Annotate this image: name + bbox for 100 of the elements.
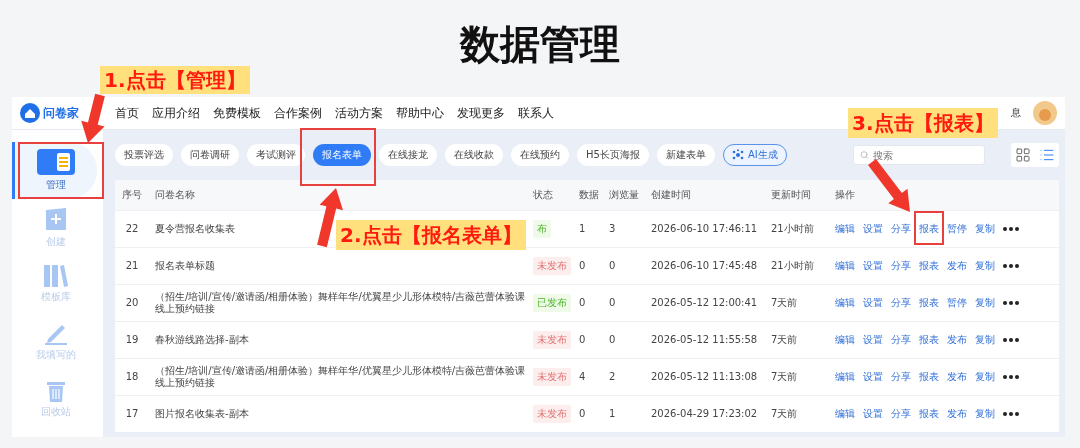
- action-link[interactable]: 编辑: [835, 259, 855, 273]
- nav-link[interactable]: 合作案例: [274, 104, 322, 122]
- action-link[interactable]: 设置: [863, 407, 883, 421]
- more-icon[interactable]: [1003, 375, 1019, 379]
- nav-link[interactable]: 应用介绍: [152, 104, 200, 122]
- action-link[interactable]: 设置: [863, 333, 883, 347]
- table-cell: 2026-05-12 11:55:58: [651, 334, 758, 346]
- action-link[interactable]: 复制: [975, 259, 995, 273]
- action-link[interactable]: 分享: [891, 296, 911, 310]
- nav-link[interactable]: 活动方案: [335, 104, 383, 122]
- category-chip[interactable]: 在线预约: [511, 144, 569, 166]
- action-link[interactable]: 复制: [975, 370, 995, 384]
- action-link[interactable]: 分享: [891, 407, 911, 421]
- table-cell: 图片报名收集表-副本: [155, 408, 249, 420]
- sidebar-label: 管理: [46, 178, 66, 192]
- action-link[interactable]: 暂停: [947, 222, 967, 236]
- action-link[interactable]: 分享: [891, 333, 911, 347]
- action-link[interactable]: 报表: [919, 259, 939, 273]
- action-link[interactable]: 编辑: [835, 333, 855, 347]
- nav-link[interactable]: 免费模板: [213, 104, 261, 122]
- annotation-arrow: [317, 188, 343, 248]
- table-cell: 21: [125, 260, 139, 272]
- status-tag: 布: [533, 220, 551, 238]
- action-link[interactable]: 设置: [863, 296, 883, 310]
- books-icon: [44, 265, 68, 287]
- table-cell: 2: [609, 371, 616, 383]
- table-cell: 0: [579, 334, 586, 346]
- nav-link[interactable]: 发现更多: [457, 104, 505, 122]
- category-chip[interactable]: 投票评选: [115, 144, 173, 166]
- table-cell: 2026-05-12 12:00:41: [651, 297, 758, 309]
- panel-icon: [37, 149, 75, 175]
- nav-link[interactable]: 联系人: [518, 104, 554, 122]
- table-cell: 2026-06-10 17:45:48: [651, 260, 758, 272]
- more-icon[interactable]: [1003, 264, 1019, 268]
- action-link[interactable]: 编辑: [835, 296, 855, 310]
- action-link[interactable]: 编辑: [835, 370, 855, 384]
- action-link[interactable]: 发布: [947, 333, 967, 347]
- category-chip[interactable]: 考试测评: [247, 144, 305, 166]
- action-link[interactable]: 复制: [975, 296, 995, 310]
- action-link[interactable]: 报表: [919, 333, 939, 347]
- action-link[interactable]: 报表: [919, 407, 939, 421]
- category-chip[interactable]: 问卷调研: [181, 144, 239, 166]
- more-icon[interactable]: [1003, 301, 1019, 305]
- category-chip[interactable]: 报名表单: [313, 144, 371, 166]
- action-link[interactable]: 复制: [975, 407, 995, 421]
- category-chip[interactable]: H5长页海报: [577, 144, 649, 166]
- action-link[interactable]: 分享: [891, 370, 911, 384]
- status-tag: 未发布: [533, 368, 571, 386]
- action-link[interactable]: 复制: [975, 333, 995, 347]
- action-link[interactable]: 设置: [863, 259, 883, 273]
- search-field[interactable]: 搜索: [853, 145, 985, 165]
- nav-link[interactable]: 首页: [115, 104, 139, 122]
- more-icon[interactable]: [1003, 227, 1019, 231]
- plus-icon: [44, 206, 68, 232]
- table-cell: （招生/培训/宣传/邀请函/相册体验）舞样年华/优翼星少儿形体模特/吉薇芭蕾体验课线上预约链接: [155, 365, 527, 389]
- table-cell: 2026-05-12 11:13:08: [651, 371, 758, 383]
- table-cell: 0: [579, 260, 586, 272]
- category-chip[interactable]: 在线接龙: [379, 144, 437, 166]
- table-cell: 20: [125, 297, 139, 309]
- table-cell: 0: [579, 297, 586, 309]
- action-link[interactable]: 发布: [947, 407, 967, 421]
- action-link[interactable]: 报表: [919, 296, 939, 310]
- action-link[interactable]: 报表: [919, 222, 939, 236]
- status-tag: 未发布: [533, 331, 571, 349]
- column-header: 浏览量: [609, 189, 639, 201]
- action-link[interactable]: 暂停: [947, 296, 967, 310]
- search-input[interactable]: 搜索: [872, 149, 978, 161]
- action-link[interactable]: 编辑: [835, 407, 855, 421]
- highlight-frame: [914, 211, 944, 245]
- list-view-button[interactable]: [1039, 147, 1055, 163]
- column-header: 数据: [579, 189, 599, 201]
- action-link[interactable]: 发布: [947, 259, 967, 273]
- action-link[interactable]: 编辑: [835, 222, 855, 236]
- grid-view-button[interactable]: [1015, 147, 1031, 163]
- action-link[interactable]: 设置: [863, 370, 883, 384]
- action-link[interactable]: 复制: [975, 222, 995, 236]
- sidebar-item[interactable]: 管理: [12, 142, 97, 199]
- table-cell: （招生/培训/宣传/邀请函/相册体验）舞样年华/优翼星少儿形体模特/吉薇芭蕾体验课线上预约链接: [155, 291, 527, 315]
- action-link[interactable]: 分享: [891, 259, 911, 273]
- table-cell: 17: [125, 408, 139, 420]
- sidebar-label: 模板库: [41, 290, 71, 304]
- more-icon[interactable]: [1003, 338, 1019, 342]
- category-chip[interactable]: 新建表单: [656, 144, 715, 166]
- messages-link[interactable]: 息: [1011, 106, 1021, 120]
- table-cell: 4: [579, 371, 586, 383]
- nav-link[interactable]: 帮助中心: [396, 104, 444, 122]
- action-link[interactable]: 分享: [891, 222, 911, 236]
- more-icon[interactable]: [1003, 412, 1019, 416]
- action-link[interactable]: 发布: [947, 370, 967, 384]
- category-chip[interactable]: 在线收款: [445, 144, 503, 166]
- table-cell: 0: [609, 260, 616, 272]
- action-link[interactable]: 报表: [919, 370, 939, 384]
- category-chip[interactable]: AI生成: [722, 144, 787, 166]
- table-cell: 0: [609, 297, 616, 309]
- table-cell: 春秋游线路选择-副本: [155, 334, 249, 346]
- column-header: 更新时间: [771, 189, 811, 201]
- table-cell: 夏令营报名收集表: [155, 223, 235, 235]
- action-link[interactable]: 设置: [863, 222, 883, 236]
- step-callout: 1.点击【管理】: [100, 66, 250, 94]
- column-header: 问卷名称: [155, 189, 195, 201]
